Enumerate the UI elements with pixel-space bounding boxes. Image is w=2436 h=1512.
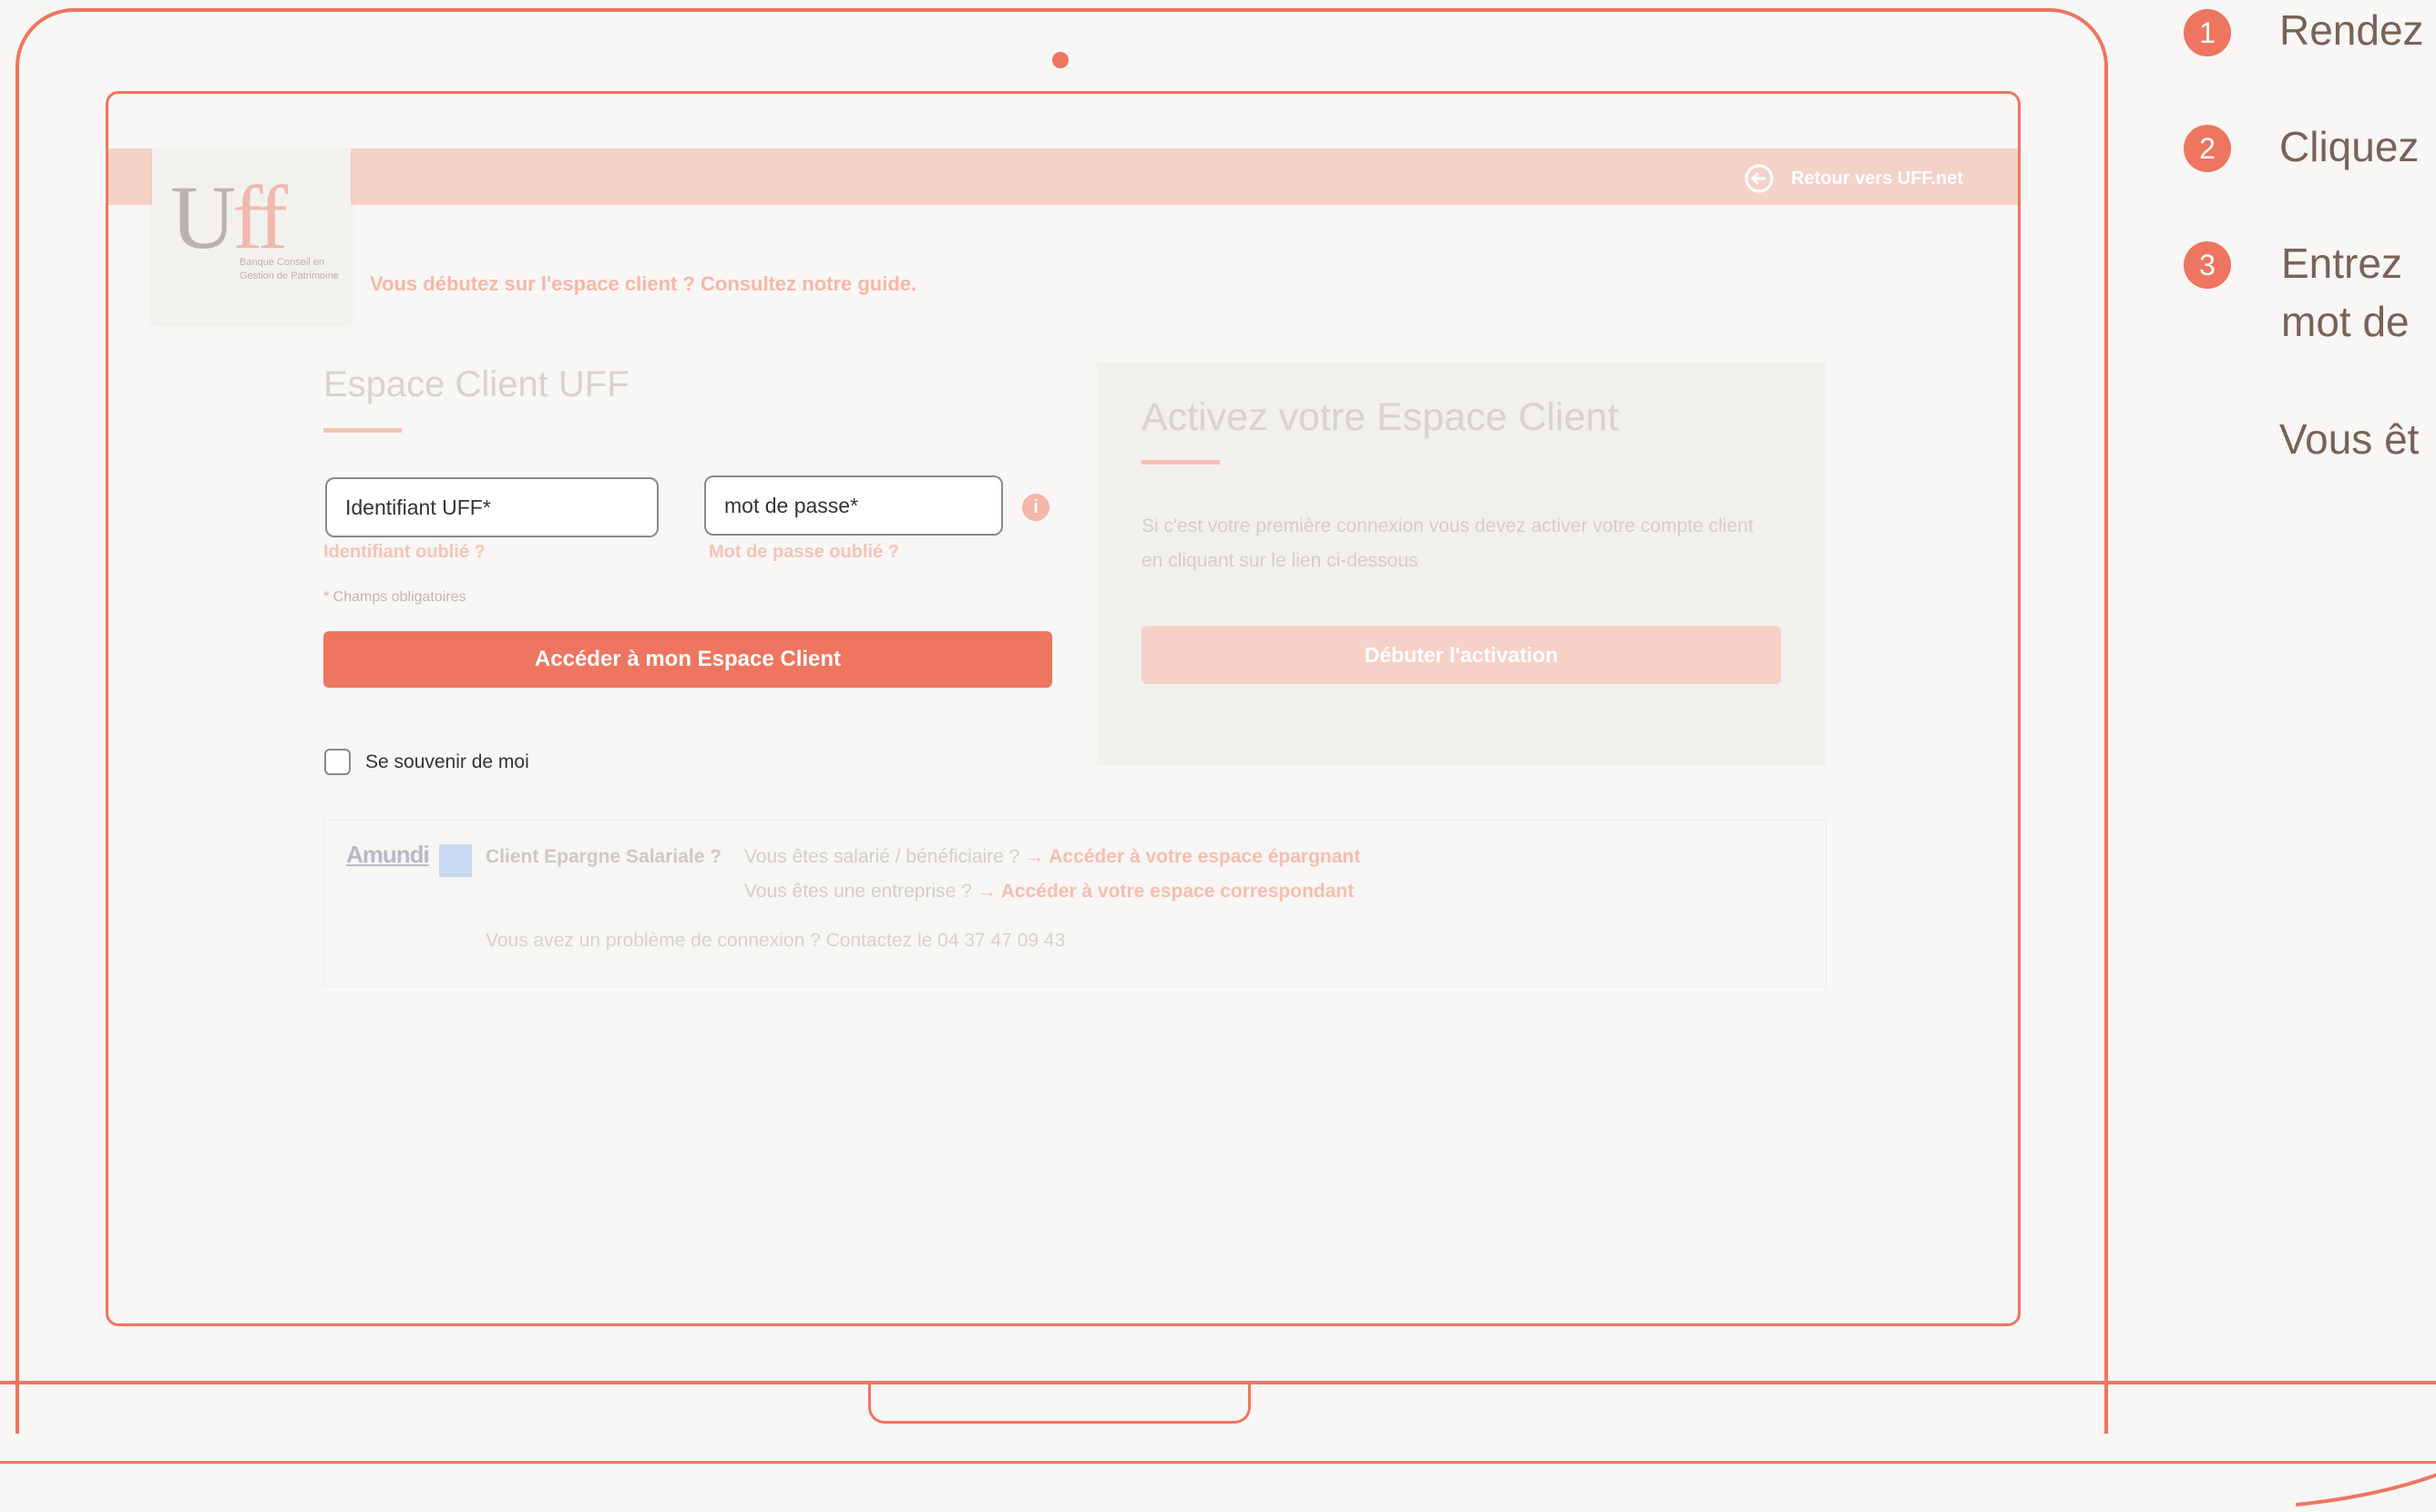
retour-label: Retour vers UFF.net xyxy=(1791,168,1963,189)
guide-link[interactable]: Vous débutez sur l'espace client ? Consu… xyxy=(370,272,916,296)
access-button[interactable]: Accéder à mon Espace Client xyxy=(323,631,1052,688)
laptop-notch xyxy=(868,1383,1251,1424)
info-icon[interactable]: i xyxy=(1022,494,1049,521)
forgot-password-link[interactable]: Mot de passe oublié ? xyxy=(709,542,899,563)
step-1-badge: 1 xyxy=(2184,9,2231,56)
contact-line: Vous avez un problème de connexion ? Con… xyxy=(486,930,1066,951)
logo-subtitle: Banque Conseil en Gestion de Patrimoine xyxy=(240,257,339,281)
password-placeholder: mot de passe* xyxy=(724,493,859,517)
note-text: Vous êt xyxy=(2279,415,2420,463)
remember-label[interactable]: Se souvenir de moi xyxy=(365,751,529,773)
epargne-line-salarie: Vous êtes salarié / bénéficiaire ? → Acc… xyxy=(744,846,1360,868)
espace-epargnant-link[interactable]: → Accéder à votre espace épargnant xyxy=(1025,846,1360,867)
top-bar xyxy=(108,148,2018,205)
activation-title: Activez votre Espace Client xyxy=(1141,395,1619,439)
amundi-mark-icon xyxy=(439,844,472,877)
epargne-label: Client Epargne Salariale ? xyxy=(486,846,722,867)
laptop-base-bottom-edge xyxy=(0,1461,2436,1464)
required-note: * Champs obligatoires xyxy=(323,589,466,605)
password-input[interactable]: mot de passe* xyxy=(704,475,1003,536)
login-title: Espace Client UFF xyxy=(323,364,629,404)
step-2-badge: 2 xyxy=(2184,125,2231,172)
espace-correspondant-link[interactable]: → Accéder à votre espace correspondant xyxy=(977,881,1355,902)
step-1-text: Rendez xyxy=(2279,6,2424,54)
epargne-line-entreprise: Vous êtes une entreprise ? → Accéder à v… xyxy=(744,881,1354,903)
logo-mark-u: U xyxy=(170,167,236,268)
logo-mark-ff: ff xyxy=(232,167,288,268)
identifiant-input[interactable]: Identifiant UFF* xyxy=(325,477,659,537)
login-title-underline xyxy=(323,428,402,433)
uff-logo[interactable]: Uff Banque Conseil en Gestion de Patrimo… xyxy=(152,148,351,323)
step-2-text: Cliquez xyxy=(2279,123,2420,170)
remember-checkbox[interactable] xyxy=(324,749,351,775)
epargne-line1-text: Vous êtes salarié / bénéficiaire ? xyxy=(744,846,1020,867)
step-3-badge: 3 xyxy=(2184,241,2231,289)
identifiant-placeholder: Identifiant UFF* xyxy=(345,495,491,519)
activation-title-underline xyxy=(1141,460,1220,465)
step-3-text: Entrez xyxy=(2281,240,2402,287)
back-arrow-icon xyxy=(1745,164,1774,193)
epargne-line2-text: Vous êtes une entreprise ? xyxy=(744,881,972,902)
step-3-text-line2: mot de xyxy=(2281,298,2410,345)
logo-mark: Uff xyxy=(170,165,288,270)
camera-dot xyxy=(1052,52,1069,68)
forgot-identifiant-link[interactable]: Identifiant oublié ? xyxy=(323,542,486,563)
retour-link[interactable]: Retour vers UFF.net xyxy=(1744,163,1963,194)
activation-button[interactable]: Débuter l'activation xyxy=(1141,626,1781,684)
activation-description: Si c'est votre première connexion vous d… xyxy=(1141,516,1754,571)
epargne-panel xyxy=(323,820,1827,987)
laptop-base-curve xyxy=(2296,1473,2436,1507)
amundi-logo: Amundi xyxy=(346,841,430,868)
laptop-screen: Retour vers UFF.net Uff Banque Conseil e… xyxy=(106,91,2021,1326)
